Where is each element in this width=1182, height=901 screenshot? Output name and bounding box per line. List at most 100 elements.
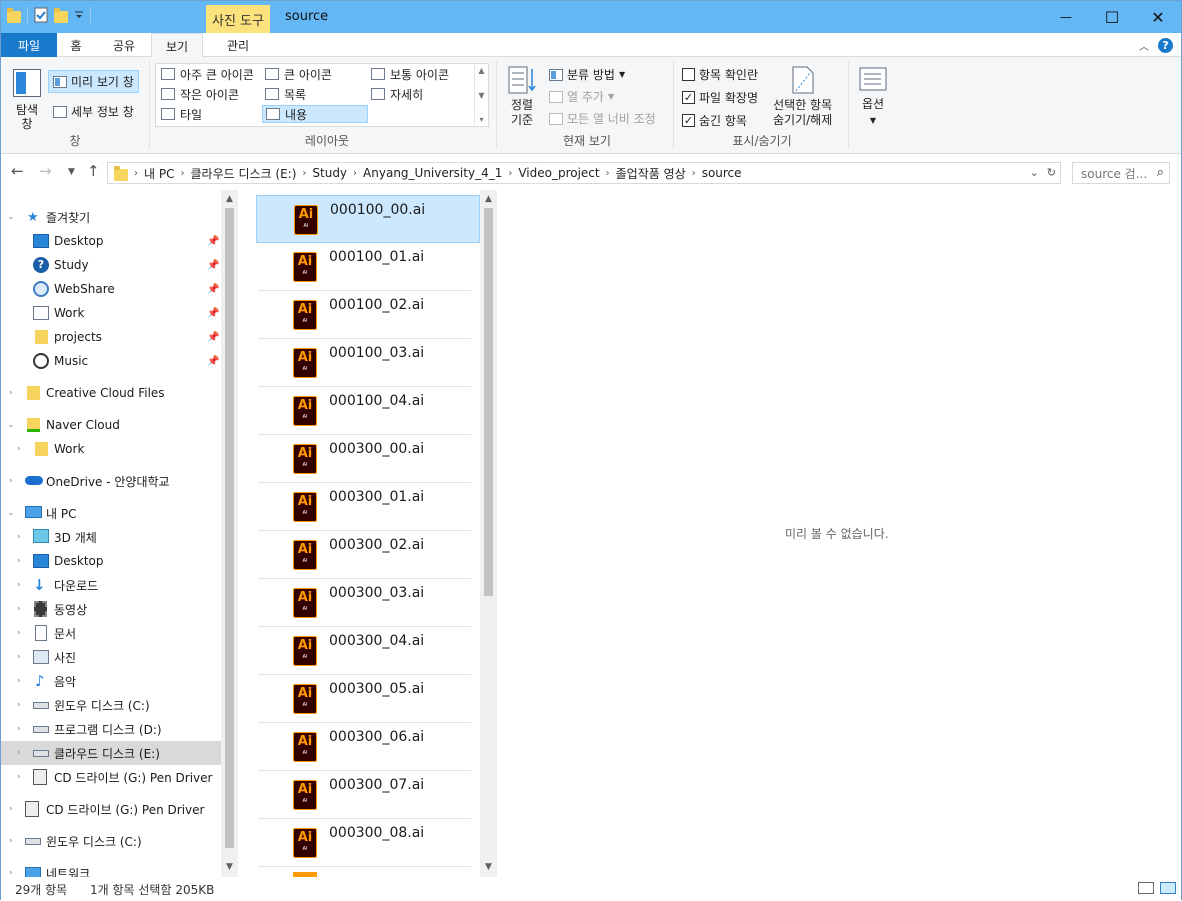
chevron-right-icon[interactable]: › xyxy=(17,652,21,662)
breadcrumb-item[interactable]: 졸업작품 영상 xyxy=(616,165,686,182)
scrollbar-thumb[interactable] xyxy=(225,208,234,848)
preview-pane-button[interactable]: 미리 보기 창 xyxy=(48,70,139,93)
file-item[interactable]: Ai AI 000100_03.ai xyxy=(256,339,480,387)
layout-medium-icons[interactable]: 보통 아이콘 xyxy=(368,65,452,83)
options-button[interactable]: 옵션 ▼ xyxy=(859,67,887,125)
scroll-down-icon[interactable]: ▼ xyxy=(480,862,497,872)
breadcrumb-item[interactable]: Video_project xyxy=(518,166,599,180)
chevron-up-icon[interactable]: ▲ xyxy=(478,66,484,75)
chevron-right-icon[interactable]: › xyxy=(17,748,21,758)
chevron-down-icon[interactable]: ⌄ xyxy=(7,212,15,222)
tree-3d-objects[interactable]: › 3D 개체 xyxy=(1,525,221,549)
chevron-down-icon[interactable]: ⌄ xyxy=(7,420,15,430)
chevron-right-icon[interactable]: › xyxy=(302,168,306,179)
tree-music[interactable]: › ♪ 음악 xyxy=(1,669,221,693)
tree-this-pc[interactable]: ⌄ 내 PC xyxy=(1,501,221,525)
hide-selected-button[interactable]: 선택한 항목 숨기기/해제 xyxy=(773,65,832,128)
chevron-right-icon[interactable]: › xyxy=(9,388,13,398)
file-item[interactable]: Ai AI 000300_03.ai xyxy=(256,579,480,627)
scroll-down-icon[interactable]: ▼ xyxy=(221,862,238,872)
tree-quick-projects[interactable]: projects 📌 xyxy=(1,325,221,349)
group-by-button[interactable]: 분류 방법 ▼ xyxy=(549,66,625,83)
collapse-ribbon-icon[interactable]: ︿ xyxy=(1139,38,1149,53)
chevron-right-icon[interactable]: › xyxy=(17,556,21,566)
item-checkboxes-toggle[interactable]: 항목 확인란 xyxy=(682,66,758,83)
folder-icon[interactable] xyxy=(7,7,21,23)
chevron-down-icon[interactable]: ⌄ xyxy=(7,508,15,518)
tree-windows-disk[interactable]: › 윈도우 디스크 (C:) xyxy=(1,829,221,853)
file-item[interactable]: Ai AI 000300_08.ai xyxy=(256,819,480,867)
pin-icon[interactable]: 📌 xyxy=(207,284,219,295)
pin-icon[interactable]: 📌 xyxy=(207,308,219,319)
add-columns-button[interactable]: 열 추가 ▼ xyxy=(549,88,614,105)
tree-naver-work[interactable]: › Work xyxy=(1,437,221,461)
file-item[interactable]: Ai AI 000300_04.ai xyxy=(256,627,480,675)
new-folder-icon[interactable] xyxy=(54,7,68,23)
tree-videos[interactable]: › 동영상 xyxy=(1,597,221,621)
picture-tools-tab[interactable]: 사진 도구 xyxy=(206,5,270,33)
tab-share[interactable]: 공유 xyxy=(105,33,143,57)
chevron-right-icon[interactable]: › xyxy=(134,168,138,179)
file-extensions-toggle[interactable]: ✓ 파일 확장명 xyxy=(682,89,758,106)
layout-extra-large-icons[interactable]: 아주 큰 아이콘 xyxy=(158,65,257,83)
chevron-right-icon[interactable]: › xyxy=(9,868,13,877)
checkbox[interactable] xyxy=(682,68,695,81)
file-item[interactable]: Ai AI 000300_01.ai xyxy=(256,483,480,531)
tree-pc-desktop[interactable]: › Desktop xyxy=(1,549,221,573)
tree-drive-c[interactable]: › 윈도우 디스크 (C:) xyxy=(1,693,221,717)
details-pane-button[interactable]: 세부 정보 창 xyxy=(53,103,134,120)
maximize-button[interactable]: ☐ xyxy=(1089,1,1135,33)
chevron-right-icon[interactable]: › xyxy=(17,604,21,614)
breadcrumb-item[interactable]: source xyxy=(702,166,742,180)
file-list-scrollbar[interactable]: ▲ ▼ xyxy=(480,190,497,877)
tree-drive-e[interactable]: › 클라우드 디스크 (E:) xyxy=(1,741,221,765)
search-input[interactable]: source 검... ⌕ xyxy=(1072,162,1170,184)
hidden-items-toggle[interactable]: ✓ 숨긴 항목 xyxy=(682,112,747,129)
layout-large-icons[interactable]: 큰 아이콘 xyxy=(262,65,335,83)
tree-downloads[interactable]: › ↓ 다운로드 xyxy=(1,573,221,597)
file-item[interactable]: Ai AI 000300_02.ai xyxy=(256,531,480,579)
tab-file[interactable]: 파일 xyxy=(1,33,57,57)
file-item[interactable]: Ai AI 000100_00.ai xyxy=(256,195,480,243)
chevron-right-icon[interactable]: › xyxy=(17,628,21,638)
breadcrumb-item[interactable]: Anyang_University_4_1 xyxy=(363,166,502,180)
file-item[interactable]: Ai AI 000300_07.ai xyxy=(256,771,480,819)
checkbox-checked[interactable]: ✓ xyxy=(682,91,695,104)
scroll-up-icon[interactable]: ▲ xyxy=(221,194,238,204)
tree-cd-drive[interactable]: › CD 드라이브 (G:) Pen Driver xyxy=(1,797,221,821)
chevron-down-icon[interactable]: ⌄ xyxy=(1030,166,1039,179)
layout-content[interactable]: 내용 xyxy=(262,105,368,123)
file-item[interactable]: Ai AI 000300_00.ai xyxy=(256,435,480,483)
tree-favorites[interactable]: ⌄ ★ 즐겨찾기 xyxy=(1,205,221,229)
chevron-right-icon[interactable]: › xyxy=(508,168,512,179)
tab-manage[interactable]: 관리 xyxy=(211,33,265,57)
tree-quick-webshare[interactable]: WebShare 📌 xyxy=(1,277,221,301)
pin-icon[interactable]: 📌 xyxy=(207,356,219,367)
tree-naver-cloud[interactable]: ⌄ Naver Cloud xyxy=(1,413,221,437)
breadcrumb-item[interactable]: 내 PC xyxy=(144,165,174,182)
tree-network[interactable]: › 네트워크 xyxy=(1,861,221,877)
chevron-right-icon[interactable]: › xyxy=(9,476,13,486)
pin-icon[interactable]: 📌 xyxy=(207,236,219,247)
chevron-right-icon[interactable]: › xyxy=(17,700,21,710)
large-icons-view-icon[interactable] xyxy=(1160,882,1176,894)
layout-details[interactable]: 자세히 xyxy=(368,85,426,103)
layout-small-icons[interactable]: 작은 아이콘 xyxy=(158,85,242,103)
customize-toolbar-icon[interactable] xyxy=(74,10,84,20)
tree-documents[interactable]: › 문서 xyxy=(1,621,221,645)
pin-icon[interactable]: 📌 xyxy=(207,332,219,343)
navigation-pane-scrollbar[interactable]: ▲ ▼ xyxy=(221,190,238,877)
scroll-up-icon[interactable]: ▲ xyxy=(480,194,497,204)
tree-drive-g[interactable]: › CD 드라이브 (G:) Pen Driver xyxy=(1,765,221,789)
chevron-right-icon[interactable]: › xyxy=(17,444,21,454)
tab-home[interactable]: 홈 xyxy=(61,33,91,57)
file-item[interactable]: Ai AI 000100_02.ai xyxy=(256,291,480,339)
tab-view[interactable]: 보기 xyxy=(151,33,203,58)
help-icon[interactable]: ? xyxy=(1158,38,1173,53)
chevron-right-icon[interactable]: › xyxy=(17,580,21,590)
address-bar[interactable]: › 내 PC › 클라우드 디스크 (E:) › Study › Anyang_Uni… xyxy=(107,162,1061,184)
tree-pictures[interactable]: › 사진 xyxy=(1,645,221,669)
up-arrow-icon[interactable]: ↑ xyxy=(87,162,100,180)
breadcrumb-item[interactable]: 클라우드 디스크 (E:) xyxy=(190,165,296,182)
properties-icon[interactable] xyxy=(34,7,48,23)
